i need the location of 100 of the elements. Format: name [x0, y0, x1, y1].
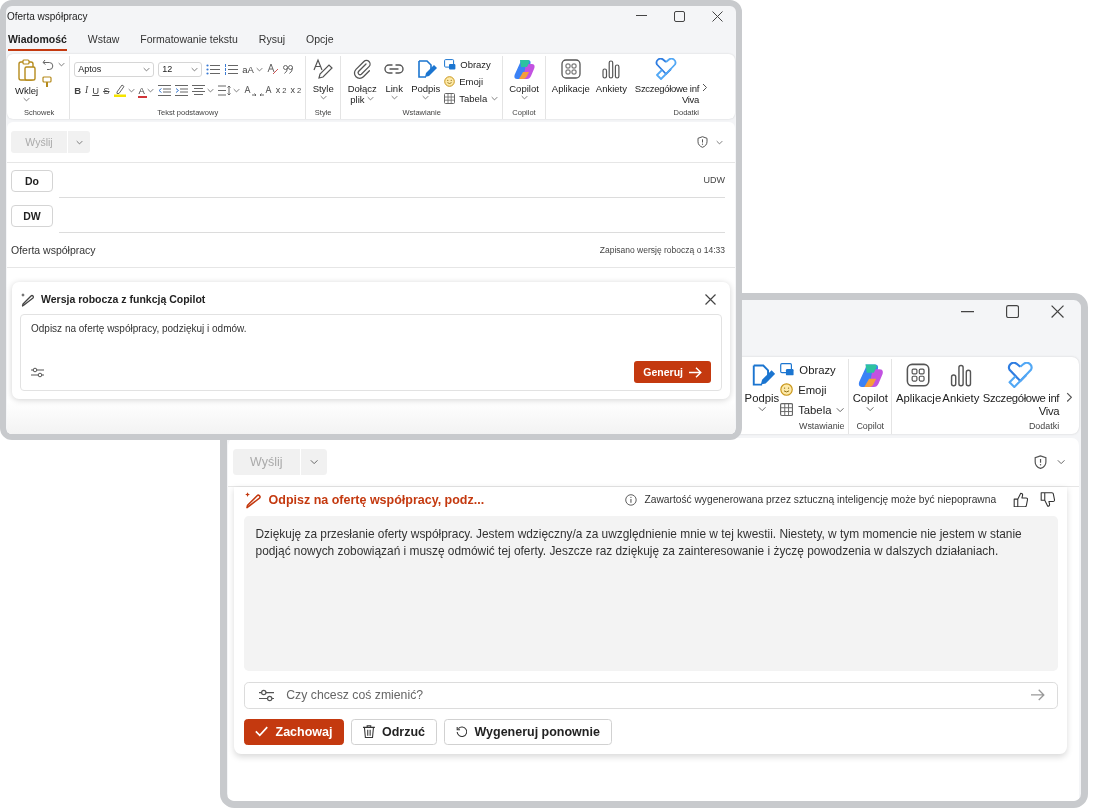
ribbon-tab[interactable]: Opcje	[306, 29, 334, 51]
caret-icon	[1056, 458, 1066, 465]
to-button[interactable]: Do	[11, 170, 53, 192]
line-spacing-button[interactable]	[217, 82, 240, 98]
smiley-icon	[780, 383, 794, 397]
signature-button[interactable]: Podpis	[744, 359, 780, 415]
undo-icon	[42, 59, 55, 70]
link-button[interactable]: Link	[381, 56, 408, 102]
caret-icon	[309, 458, 318, 465]
maximize-icon	[673, 10, 685, 22]
refine-field[interactable]: Czy chcesz coś zmienić?	[243, 681, 1058, 710]
info-icon	[625, 493, 638, 506]
apps-button[interactable]: Aplikacje	[549, 56, 592, 96]
table-button[interactable]: Tabela	[444, 91, 499, 106]
signature-button[interactable]: Podpis	[409, 56, 443, 102]
emoji-button[interactable]: Emoji	[780, 380, 845, 399]
highlight-button[interactable]	[113, 82, 135, 98]
sliders-icon[interactable]	[258, 688, 275, 702]
undo-button[interactable]	[42, 57, 66, 72]
caret-icon	[255, 66, 263, 72]
outdent-button[interactable]	[157, 82, 171, 98]
sliders-icon[interactable]	[31, 366, 44, 378]
table-icon	[444, 93, 456, 104]
minimize-icon	[635, 15, 647, 17]
prompt-field[interactable]: Odpisz na ofertę współpracy, podziękuj i odmów.	[31, 323, 711, 361]
group-label: Dodatki	[1027, 421, 1060, 434]
sparkle-pen-icon	[20, 291, 35, 307]
brush-icon	[42, 75, 53, 88]
bold-button[interactable]: B	[74, 82, 82, 98]
paste-button[interactable]: Wklej	[13, 56, 41, 104]
shield-icon[interactable]	[1034, 454, 1048, 469]
text-input[interactable]: Czy chcesz coś zmienić?	[286, 688, 1019, 703]
close-icon	[711, 10, 723, 22]
linked-hearts-icon	[1005, 361, 1035, 389]
polls-button[interactable]: Ankiety	[942, 359, 980, 408]
font-color-button[interactable]: A	[138, 82, 154, 98]
emoji-button[interactable]: Emoji	[444, 74, 499, 89]
refresh-icon	[455, 725, 468, 738]
sparkle-pen-icon	[243, 490, 262, 509]
clear-formatting-button[interactable]	[266, 61, 279, 77]
polls-button[interactable]: Ankiety	[593, 56, 629, 96]
ribbon-tab[interactable]: Wiadomość	[8, 29, 67, 51]
copilot-button[interactable]: Copilot	[852, 359, 888, 415]
caret-icon	[146, 87, 154, 93]
minimize-icon	[960, 310, 974, 314]
underline-button[interactable]: U	[92, 82, 100, 98]
ribbon-tab[interactable]: Rysuj	[258, 29, 286, 51]
pictures-button[interactable]: Obrazy	[444, 57, 499, 72]
card-title: Wersja robocza z funkcją Copilot	[41, 293, 206, 305]
apps-button[interactable]: Aplikacje	[895, 359, 942, 408]
caret-icon	[143, 66, 151, 72]
styles-button[interactable]: Style	[310, 56, 337, 102]
thumbs-down-button[interactable]	[1037, 491, 1058, 508]
caret-icon	[58, 62, 66, 67]
pictures-button[interactable]: Obrazy	[780, 360, 845, 379]
highlighter-icon	[113, 83, 126, 97]
caret-icon	[127, 87, 135, 93]
discard-button[interactable]: Odrzuć	[351, 718, 437, 745]
regenerate-button[interactable]: Wygeneruj ponownie	[443, 718, 612, 745]
font-dropdown[interactable]: Aptos	[74, 61, 155, 77]
caret-icon	[23, 97, 31, 102]
apps-grid-icon	[905, 361, 932, 389]
ribbon-tab[interactable]: Wstaw	[87, 29, 120, 51]
attach-button[interactable]: Dołącz plik	[345, 56, 380, 107]
copilot-button[interactable]: Copilot	[507, 56, 541, 102]
strikethrough-button[interactable]: S	[103, 82, 110, 98]
ribbon-tab[interactable]: Formatowanie tekstu	[140, 29, 238, 51]
linked-hearts-icon	[654, 58, 678, 80]
generate-button[interactable]: Generuj	[634, 361, 711, 383]
paperclip-icon	[351, 58, 374, 80]
indent-button[interactable]	[174, 82, 188, 98]
align-button[interactable]	[191, 82, 214, 98]
keep-button[interactable]: Zachowaj	[243, 718, 345, 745]
numbering-button[interactable]	[224, 61, 239, 77]
caret-icon	[390, 95, 398, 100]
change-case-button[interactable]: aA	[242, 61, 263, 77]
caret-icon	[232, 87, 240, 93]
caret-icon	[866, 405, 875, 412]
font-size-dropdown[interactable]: 12	[158, 61, 203, 77]
caret-icon	[422, 95, 430, 100]
shield-icon[interactable]	[697, 136, 708, 148]
arrow-right-icon[interactable]	[1030, 689, 1045, 702]
cc-button[interactable]: DW	[11, 205, 53, 227]
group-label: Copilot	[855, 421, 886, 434]
caret-icon	[716, 139, 723, 145]
viva-button[interactable]: Szczegółowe inf Viva	[631, 56, 699, 107]
copilot-icon	[512, 58, 537, 80]
apps-grid-icon	[559, 58, 582, 80]
bullets-button[interactable]	[206, 61, 221, 77]
viva-button[interactable]: Szczegółowe inf Viva	[980, 359, 1060, 421]
subject-field[interactable]: Oferta współpracy	[11, 244, 96, 256]
chevron-right-icon	[1066, 391, 1074, 403]
bcc-button[interactable]: UDW	[703, 174, 725, 185]
thumbs-up-button[interactable]	[1010, 491, 1031, 508]
chevron-right-icon	[702, 83, 708, 92]
table-button[interactable]: Tabela	[780, 401, 845, 419]
bar-chart-icon	[600, 58, 623, 80]
italic-button[interactable]: I	[85, 82, 89, 98]
arrow-right-icon	[689, 366, 702, 378]
smiley-icon	[444, 76, 456, 87]
